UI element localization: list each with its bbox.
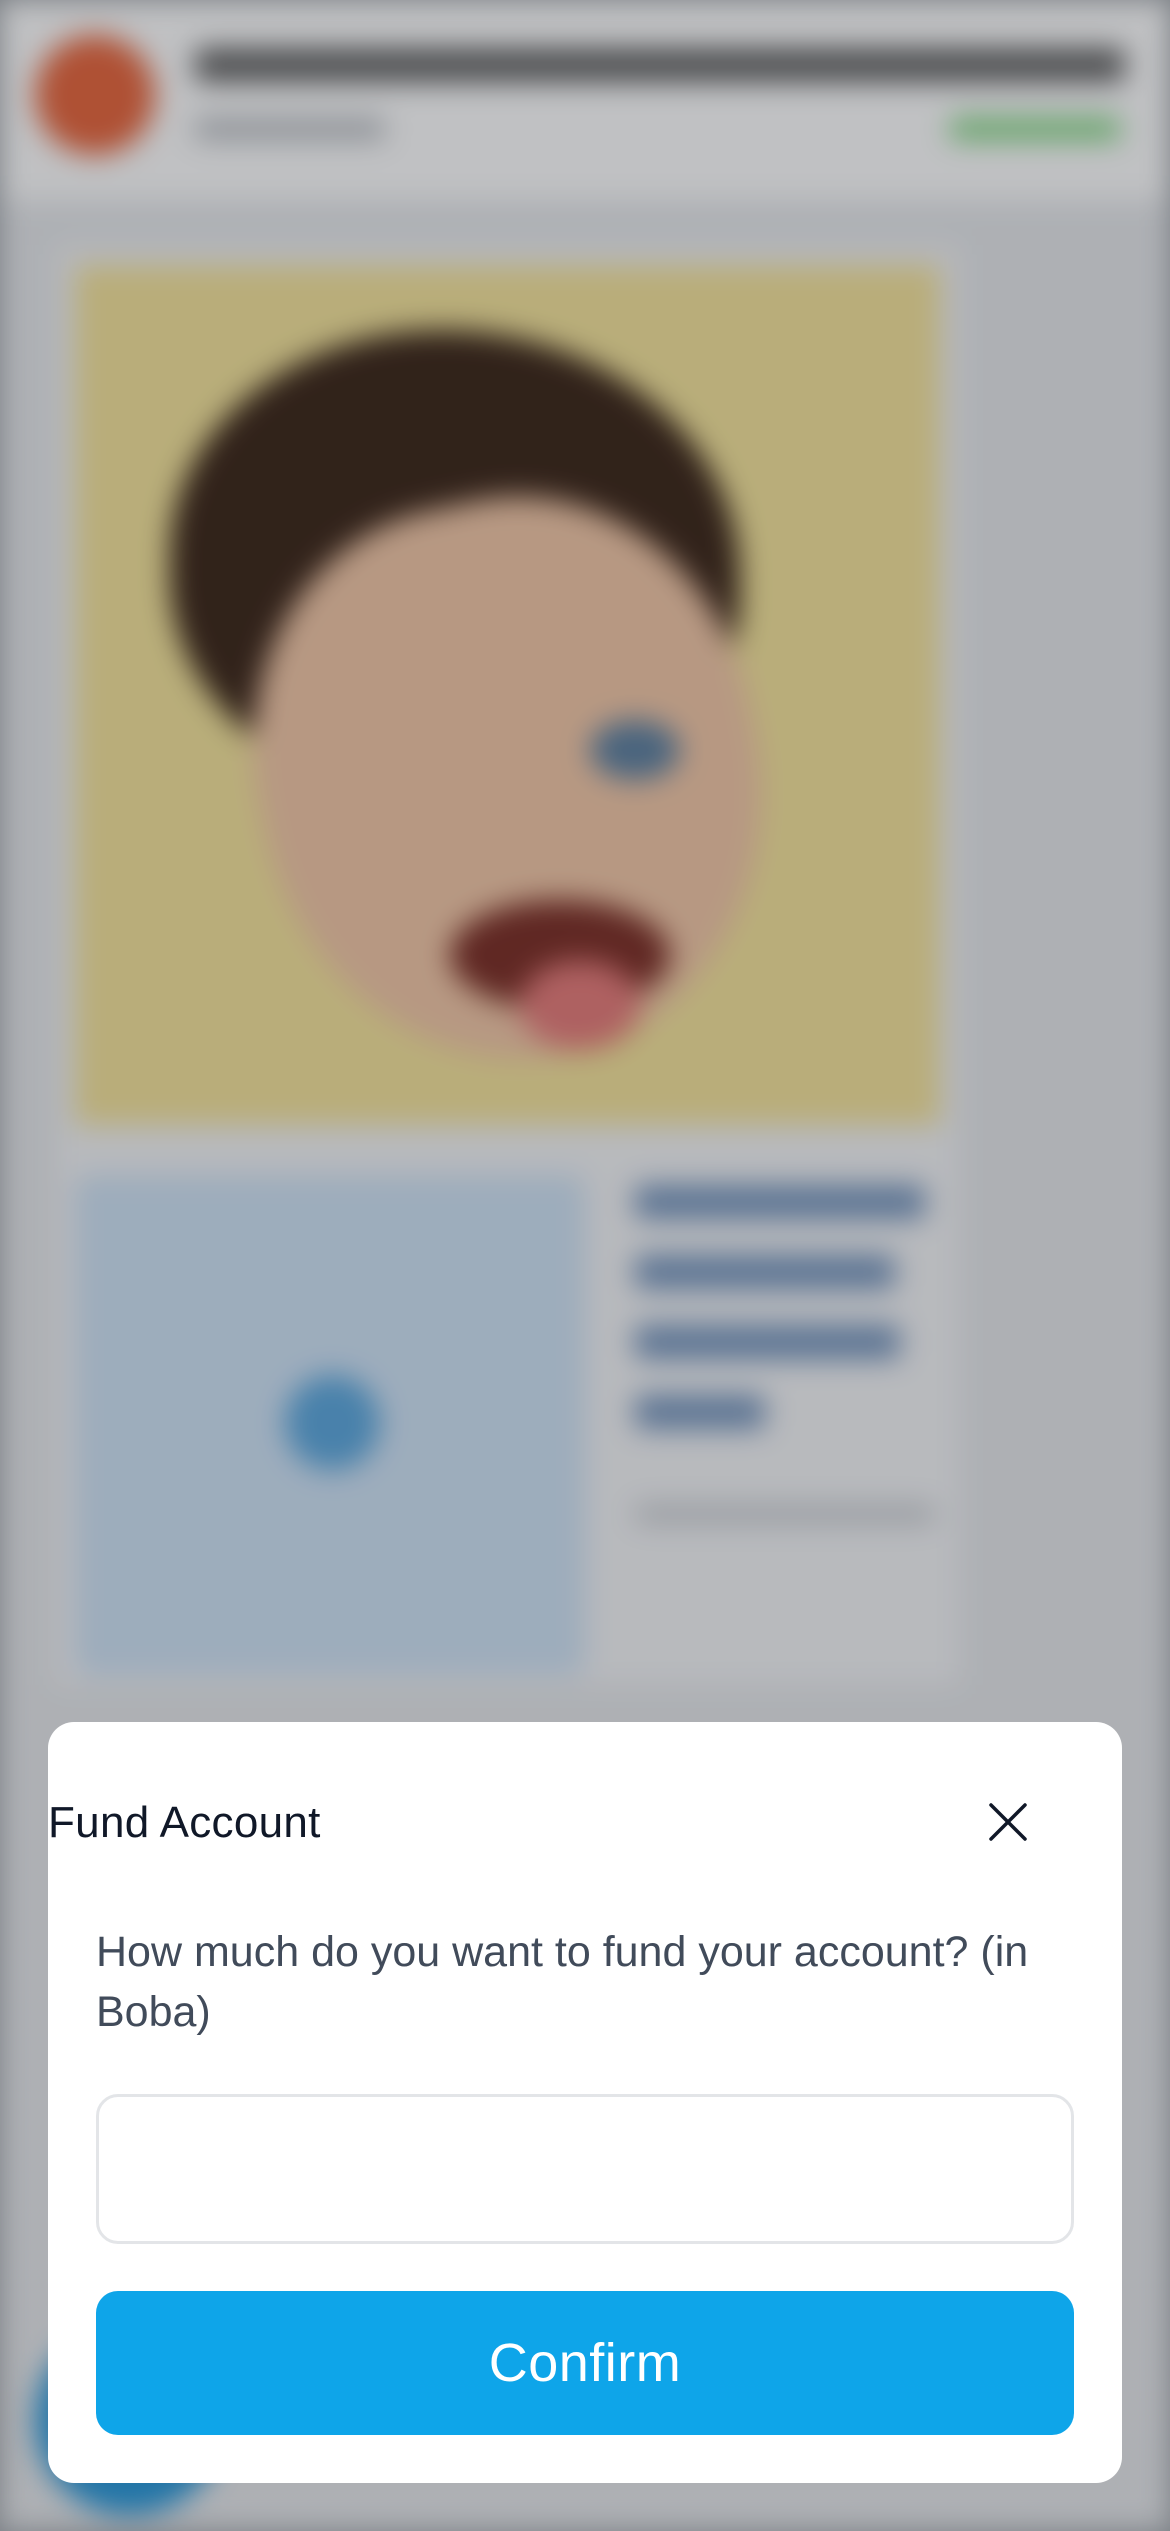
- modal-title: Fund Account: [48, 1798, 321, 1847]
- confirm-button[interactable]: Confirm: [96, 2291, 1074, 2435]
- close-button[interactable]: [968, 1782, 1048, 1862]
- close-icon: [989, 1803, 1027, 1841]
- fund-amount-question: How much do you want to fund your accoun…: [96, 1928, 1029, 2036]
- fund-amount-input[interactable]: [96, 2094, 1074, 2244]
